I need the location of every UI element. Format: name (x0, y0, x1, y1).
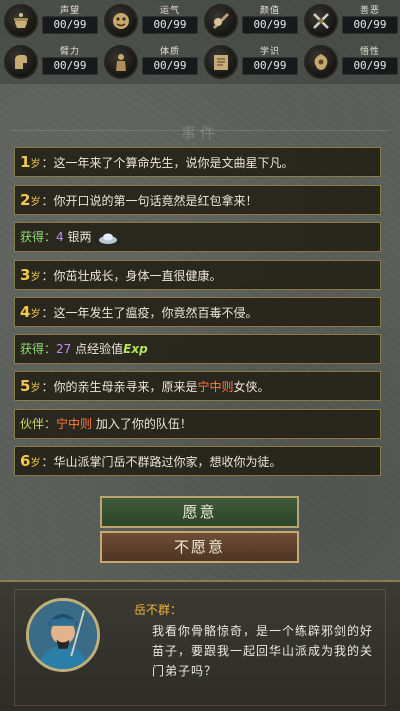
stat-value: 00/99 (342, 16, 398, 34)
partner-label: 伙伴 (20, 417, 45, 431)
event-age-unit: 岁 (30, 309, 41, 320)
event-age: 5 (20, 377, 31, 395)
gain-item: 点经验值 (75, 342, 124, 356)
character-portrait (26, 598, 100, 672)
stat-knowledge: 学识 00/99 (202, 43, 302, 83)
stat-comprehension: 悟性 00/99 (302, 43, 400, 83)
event-row: 4岁：这一年发生了瘟疫，你竟然百毒不侵。 (14, 297, 381, 327)
swordsman-avatar-icon (29, 601, 97, 669)
event-age-unit: 岁 (30, 159, 41, 170)
dialog-box: 岳不群： 我看你骨骼惊奇，是一个练辟邪剑的好苗子，要跟我一起回华山派成为我的关门… (0, 580, 400, 711)
event-text: 加入了你的队伍！ (95, 417, 192, 431)
event-row: 6岁：华山派掌门岳不群路过你家，想收你为徒。 (14, 446, 381, 476)
stat-label: 善恶 (359, 6, 380, 16)
gain-amount: 27 (56, 342, 72, 356)
event-text: ：华山派掌门岳不群路过你家，想收你为徒。 (41, 455, 282, 469)
appearance-icon (204, 4, 238, 38)
gain-label: 获得 (20, 342, 45, 356)
strength-icon (4, 45, 38, 79)
event-age-unit: 岁 (30, 458, 41, 469)
decline-button[interactable]: 不愿意 (100, 531, 299, 563)
stat-value: 00/99 (242, 57, 298, 75)
event-text: ：你茁壮成长，身体一直很健康。 (41, 269, 222, 283)
event-row-partner: 伙伴：宁中则 加入了你的队伍！ (14, 409, 381, 439)
event-age-unit: 岁 (30, 197, 41, 208)
stat-label: 臂力 (59, 47, 80, 57)
stat-appearance: 颜值 00/99 (202, 2, 302, 42)
stat-reputation: 声望 00/99 (2, 2, 102, 42)
event-row: 5岁：你的亲生母亲寻来，原来是宁中则女侠。 (14, 371, 381, 401)
reputation-icon (4, 4, 38, 38)
event-text: ：这一年来了个算命先生，说你是文曲星下凡。 (41, 156, 294, 170)
event-age: 2 (20, 191, 31, 209)
event-row: 2岁：你开口说的第一句话竟然是红包拿来！ (14, 185, 381, 215)
event-text: ：你开口说的第一句话竟然是红包拿来！ (41, 194, 258, 208)
event-age: 1 (20, 153, 31, 171)
stat-label: 悟性 (359, 47, 380, 57)
stat-label: 声望 (59, 6, 80, 16)
stat-value: 00/99 (142, 57, 198, 75)
stat-morality: 善恶 00/99 (302, 2, 400, 42)
event-row: 3岁：你茁壮成长，身体一直很健康。 (14, 260, 381, 290)
gain-amount: 4 (56, 230, 64, 244)
event-age: 4 (20, 303, 31, 321)
dialog-text: 我看你骨骼惊奇，是一个练辟邪剑的好苗子，要跟我一起回华山派成为我的关门弟子吗？ (152, 624, 374, 678)
stat-label: 颜值 (259, 6, 280, 16)
character-name: 宁中则 (56, 417, 93, 431)
stat-value: 00/99 (342, 57, 398, 75)
stat-label: 体质 (159, 47, 180, 57)
luck-icon (104, 4, 138, 38)
comprehension-icon (304, 45, 338, 79)
knowledge-icon (204, 45, 238, 79)
stat-label: 学识 (259, 47, 280, 57)
gain-item: 银两 (67, 230, 92, 244)
accept-button[interactable]: 愿意 (100, 496, 299, 528)
event-age-unit: 岁 (30, 272, 41, 283)
event-row-gain: 获得：27 点经验值Exp (14, 334, 381, 364)
event-text: 女侠。 (233, 380, 270, 394)
event-text: ：这一年发生了瘟疫，你竟然百毒不侵。 (41, 306, 258, 320)
stat-strength: 臂力 00/99 (2, 43, 102, 83)
stat-value: 00/99 (242, 16, 298, 34)
speaker-name: 岳不群： (134, 603, 183, 617)
stat-value: 00/99 (42, 57, 98, 75)
silver-ingot-icon (99, 233, 118, 244)
event-row: 1岁：这一年来了个算命先生，说你是文曲星下凡。 (14, 147, 381, 177)
stat-label: 运气 (159, 6, 180, 16)
exp-icon: Exp (123, 342, 148, 356)
stats-bar: 声望 00/99 运气 00/99 颜值 00/99 善恶 00/99 臂力 0… (0, 0, 400, 84)
character-name: 宁中则 (197, 380, 234, 394)
gain-label: 获得 (20, 230, 45, 244)
event-age-unit: 岁 (30, 383, 41, 394)
event-age: 3 (20, 266, 31, 284)
event-text: ：你的亲生母亲寻来，原来是 (41, 380, 198, 394)
stat-value: 00/99 (142, 16, 198, 34)
stat-constitution: 体质 00/99 (102, 43, 202, 83)
event-row-gain: 获得：4 银两 (14, 222, 381, 252)
panel-title: 事件 (180, 124, 219, 142)
event-age: 6 (20, 452, 31, 470)
stat-luck: 运气 00/99 (102, 2, 202, 42)
constitution-icon (104, 45, 138, 79)
stat-value: 00/99 (42, 16, 98, 34)
morality-icon (304, 4, 338, 38)
